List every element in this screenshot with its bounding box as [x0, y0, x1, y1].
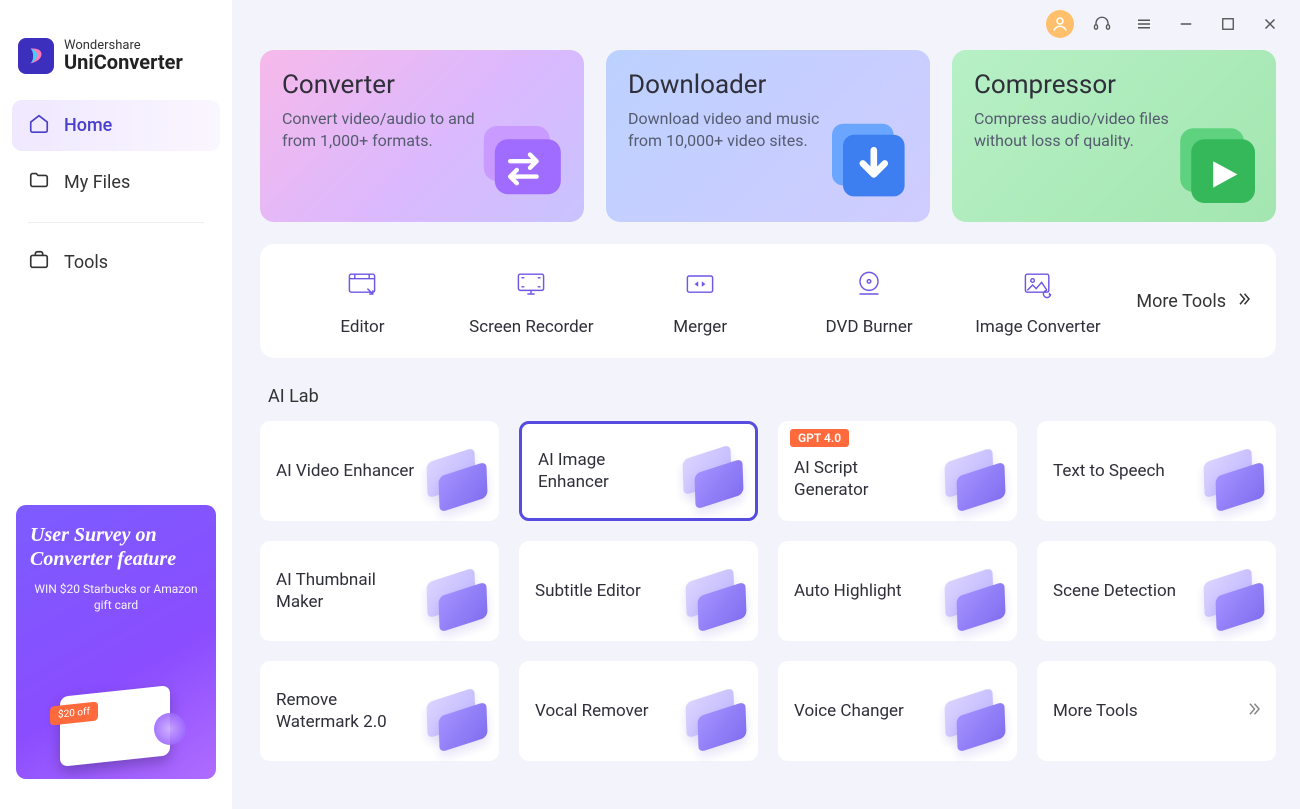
- downloader-icon: [810, 104, 920, 214]
- image-converter-icon: [1018, 265, 1058, 305]
- ailab-script-generator[interactable]: GPT 4.0 AI Script Generator: [778, 421, 1017, 521]
- tool-label: Merger: [673, 317, 727, 337]
- more-tools-label: More Tools: [1136, 291, 1226, 312]
- content: Converter Convert video/audio to and fro…: [232, 42, 1300, 781]
- promo-title: User Survey on Converter feature: [30, 523, 202, 571]
- chevron-right-icon: [1234, 290, 1252, 313]
- ailab-label: Text to Speech: [1053, 460, 1165, 482]
- close-button[interactable]: [1256, 10, 1284, 38]
- profile-button[interactable]: [1046, 10, 1074, 38]
- hero-downloader[interactable]: Downloader Download video and music from…: [606, 50, 930, 222]
- tool-label: Screen Recorder: [469, 317, 593, 337]
- tool-row: Editor Screen Recorder Merger DVD Burner…: [260, 244, 1276, 358]
- scene-icon: [1202, 575, 1266, 631]
- ailab-text-to-speech[interactable]: Text to Speech: [1037, 421, 1276, 521]
- ailab-image-enhancer[interactable]: AI Image Enhancer: [519, 421, 758, 521]
- hero-title: Compressor: [974, 70, 1254, 100]
- merger-icon: [680, 265, 720, 305]
- ailab-more-tools[interactable]: More Tools: [1037, 661, 1276, 761]
- ailab-label: Auto Highlight: [794, 580, 902, 602]
- gpt-badge: GPT 4.0: [790, 429, 849, 447]
- maximize-button[interactable]: [1214, 10, 1242, 38]
- ailab-thumbnail-maker[interactable]: AI Thumbnail Maker: [260, 541, 499, 641]
- tool-merger[interactable]: Merger: [616, 265, 785, 337]
- sidebar: Wondershare UniConverter Home My Files T…: [0, 0, 232, 809]
- sidebar-item-home[interactable]: Home: [12, 100, 220, 151]
- tool-dvd-burner[interactable]: DVD Burner: [785, 265, 954, 337]
- brand: Wondershare UniConverter: [0, 18, 232, 100]
- titlebar: [232, 0, 1300, 42]
- subtitle-icon: [684, 575, 748, 631]
- tts-icon: [1202, 455, 1266, 511]
- hero-title: Converter: [282, 70, 562, 100]
- ailab-grid: AI Video Enhancer AI Image Enhancer GPT …: [260, 421, 1276, 761]
- hero-converter[interactable]: Converter Convert video/audio to and fro…: [260, 50, 584, 222]
- sidebar-item-tools[interactable]: Tools: [12, 237, 220, 288]
- home-icon: [28, 112, 50, 139]
- ailab-label: More Tools: [1053, 700, 1138, 722]
- dvd-burner-icon: [849, 265, 889, 305]
- thumbnail-icon: [425, 575, 489, 631]
- promo-banner[interactable]: User Survey on Converter feature WIN $20…: [16, 505, 216, 779]
- ailab-label: Subtitle Editor: [535, 580, 641, 602]
- tool-label: Image Converter: [975, 317, 1100, 337]
- ailab-subtitle-editor[interactable]: Subtitle Editor: [519, 541, 758, 641]
- hero-title: Downloader: [628, 70, 908, 100]
- nav-divider: [28, 222, 204, 223]
- watermark-icon: [425, 695, 489, 751]
- hero-compressor[interactable]: Compressor Compress audio/video files wi…: [952, 50, 1276, 222]
- promo-subtitle: WIN $20 Starbucks or Amazon gift card: [30, 581, 202, 613]
- main: Converter Convert video/audio to and fro…: [232, 0, 1300, 809]
- sidebar-item-label: My Files: [64, 172, 130, 193]
- ailab-label: Scene Detection: [1053, 580, 1176, 602]
- brand-bottom: UniConverter: [64, 52, 183, 73]
- sidebar-nav: Home My Files Tools: [0, 100, 232, 294]
- image-enhance-icon: [681, 452, 745, 508]
- support-button[interactable]: [1088, 10, 1116, 38]
- highlight-icon: [943, 575, 1007, 631]
- ailab-label: AI Script Generator: [794, 457, 934, 501]
- tool-label: DVD Burner: [826, 317, 913, 337]
- editor-icon: [342, 265, 382, 305]
- ailab-scene-detection[interactable]: Scene Detection: [1037, 541, 1276, 641]
- ailab-label: AI Thumbnail Maker: [276, 569, 416, 613]
- script-icon: [943, 455, 1007, 511]
- vocal-remover-icon: [684, 695, 748, 751]
- voice-changer-icon: [943, 695, 1007, 751]
- ailab-voice-changer[interactable]: Voice Changer: [778, 661, 1017, 761]
- briefcase-icon: [28, 249, 50, 276]
- tool-label: Editor: [340, 317, 384, 337]
- sidebar-item-label: Home: [64, 115, 112, 136]
- ailab-auto-highlight[interactable]: Auto Highlight: [778, 541, 1017, 641]
- promo-art: $20 off: [46, 671, 186, 767]
- sidebar-item-myfiles[interactable]: My Files: [12, 157, 220, 208]
- minimize-button[interactable]: [1172, 10, 1200, 38]
- ailab-video-enhancer[interactable]: AI Video Enhancer: [260, 421, 499, 521]
- ailab-label: Voice Changer: [794, 700, 904, 722]
- hero-row: Converter Convert video/audio to and fro…: [260, 50, 1276, 222]
- screen-recorder-icon: [511, 265, 551, 305]
- chevron-right-icon: [1244, 700, 1262, 722]
- tool-editor[interactable]: Editor: [278, 265, 447, 337]
- ailab-vocal-remover[interactable]: Vocal Remover: [519, 661, 758, 761]
- converter-icon: [464, 104, 574, 214]
- logo-icon: [18, 38, 54, 74]
- ailab-label: AI Video Enhancer: [276, 460, 414, 482]
- video-enhance-icon: [425, 455, 489, 511]
- folder-icon: [28, 169, 50, 196]
- tool-more[interactable]: More Tools: [1122, 290, 1258, 313]
- sidebar-item-label: Tools: [64, 252, 108, 273]
- ailab-heading: AI Lab: [268, 386, 1276, 407]
- menu-button[interactable]: [1130, 10, 1158, 38]
- ailab-label: AI Image Enhancer: [538, 449, 678, 493]
- tool-screen-recorder[interactable]: Screen Recorder: [447, 265, 616, 337]
- compressor-icon: [1156, 104, 1266, 214]
- ailab-label: Vocal Remover: [535, 700, 649, 722]
- tool-image-converter[interactable]: Image Converter: [954, 265, 1123, 337]
- ailab-remove-watermark[interactable]: Remove Watermark 2.0: [260, 661, 499, 761]
- ailab-label: Remove Watermark 2.0: [276, 689, 416, 733]
